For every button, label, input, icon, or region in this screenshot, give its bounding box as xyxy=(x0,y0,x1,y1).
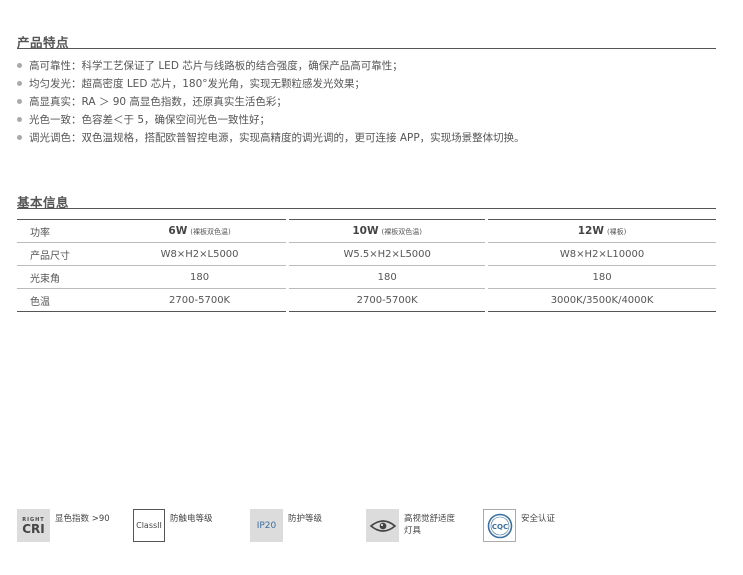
cqc-badge: CQC 安全认证 xyxy=(483,509,555,542)
ip20-icon: IP20 xyxy=(250,509,283,542)
row-label: 光束角 xyxy=(17,265,113,289)
eye-comfort-label: 高视觉舒适度 灯具 xyxy=(404,513,455,537)
column-header-main: 10W xyxy=(352,225,379,237)
column-header: 6W (裸板双色温) xyxy=(113,219,288,243)
eye-comfort-badge: 高视觉舒适度 灯具 xyxy=(366,509,455,542)
bullet-icon xyxy=(17,134,22,140)
class-ii-icon: ClassII xyxy=(133,509,165,542)
table-row: 产品尺寸 W8×H2×L5000 W5.5×H2×L5000 W8×H2×L10… xyxy=(17,242,716,266)
table-cell: W8×H2×L5000 xyxy=(113,242,288,266)
feature-item: 均匀发光：超高密度 LED 芯片，180°发光角，实现无颗粒感发光效果； xyxy=(17,75,525,93)
class-badge: ClassII 防触电等级 xyxy=(133,509,213,542)
cri-badge: RIGHT CRI 显色指数 >90 xyxy=(17,509,110,542)
cqc-icon: CQC xyxy=(483,509,516,542)
row-label: 产品尺寸 xyxy=(17,242,113,266)
cri-icon-text: CRI xyxy=(22,521,45,536)
column-header-main: 12W xyxy=(577,225,604,237)
eye-icon xyxy=(366,509,399,542)
table-header-row: 功率 6W (裸板双色温) 10W (裸板双色温) 12W (裸板) xyxy=(17,219,716,243)
feature-text: 高显真实：RA ＞ 90 高显色指数，还原真实生活色彩； xyxy=(29,96,287,108)
column-header-sub: (裸板) xyxy=(606,228,627,236)
cri-label: 显色指数 >90 xyxy=(55,514,110,524)
feature-item: 调光调色：双色温规格，搭配欧普智控电源，实现高精度的调光调的，更可连接 APP，… xyxy=(17,129,525,147)
column-header-main: 6W xyxy=(168,225,188,237)
column-header: 12W (裸板) xyxy=(485,219,716,243)
ip-badge: IP20 防护等级 xyxy=(250,509,322,542)
cqc-icon-text: CQC xyxy=(491,523,507,531)
eye-comfort-label-line1: 高视觉舒适度 xyxy=(404,514,456,524)
table-cell: 2700-5700K xyxy=(286,288,487,312)
class-label: 防触电等级 xyxy=(170,514,213,524)
eye-comfort-label-line2: 灯具 xyxy=(404,526,422,536)
table-cell: W5.5×H2×L5000 xyxy=(286,242,487,266)
table-cell: 180 xyxy=(485,265,716,289)
feature-item: 光色一致：色容差＜于 5，确保空间光色一致性好； xyxy=(17,111,525,129)
table-cell: W8×H2×L10000 xyxy=(485,242,716,266)
table-row: 光束角 180 180 180 xyxy=(17,265,716,289)
cqc-label: 安全认证 xyxy=(521,514,556,524)
table-cell: 2700-5700K xyxy=(113,288,288,312)
feature-list: 高可靠性：科学工艺保证了 LED 芯片与线路板的结合强度，确保产品高可靠性； 均… xyxy=(17,57,525,147)
ip-label: 防护等级 xyxy=(288,514,323,524)
column-header-sub: (裸板双色温) xyxy=(381,228,422,236)
cri-icon: RIGHT CRI xyxy=(17,509,50,542)
table-cell: 180 xyxy=(286,265,487,289)
feature-item: 高可靠性：科学工艺保证了 LED 芯片与线路板的结合强度，确保产品高可靠性； xyxy=(17,57,525,75)
column-header: 10W (裸板双色温) xyxy=(286,219,487,243)
column-header-sub: (裸板双色温) xyxy=(190,228,231,236)
spec-table: 功率 6W (裸板双色温) 10W (裸板双色温) 12W (裸板) 产品尺寸 W8×… xyxy=(17,219,716,312)
header-label: 功率 xyxy=(17,219,113,243)
feature-text: 高可靠性：科学工艺保证了 LED 芯片与线路板的结合强度，确保产品高可靠性； xyxy=(29,60,403,72)
table-row: 色温 2700-5700K 2700-5700K 3000K/3500K/400… xyxy=(17,288,716,312)
info-title-rule xyxy=(17,208,716,209)
bullet-icon xyxy=(17,62,22,68)
row-label: 色温 xyxy=(17,288,113,312)
features-title-rule xyxy=(17,48,716,49)
table-cell: 3000K/3500K/4000K xyxy=(485,288,716,312)
bullet-icon xyxy=(17,98,22,104)
bullet-icon xyxy=(17,116,22,122)
feature-item: 高显真实：RA ＞ 90 高显色指数，还原真实生活色彩； xyxy=(17,93,525,111)
feature-text: 光色一致：色容差＜于 5，确保空间光色一致性好； xyxy=(29,114,271,126)
bullet-icon xyxy=(17,80,22,86)
table-cell: 180 xyxy=(113,265,288,289)
feature-text: 调光调色：双色温规格，搭配欧普智控电源，实现高精度的调光调的，更可连接 APP，… xyxy=(29,132,525,144)
feature-text: 均匀发光：超高密度 LED 芯片，180°发光角，实现无颗粒感发光效果； xyxy=(29,78,366,90)
